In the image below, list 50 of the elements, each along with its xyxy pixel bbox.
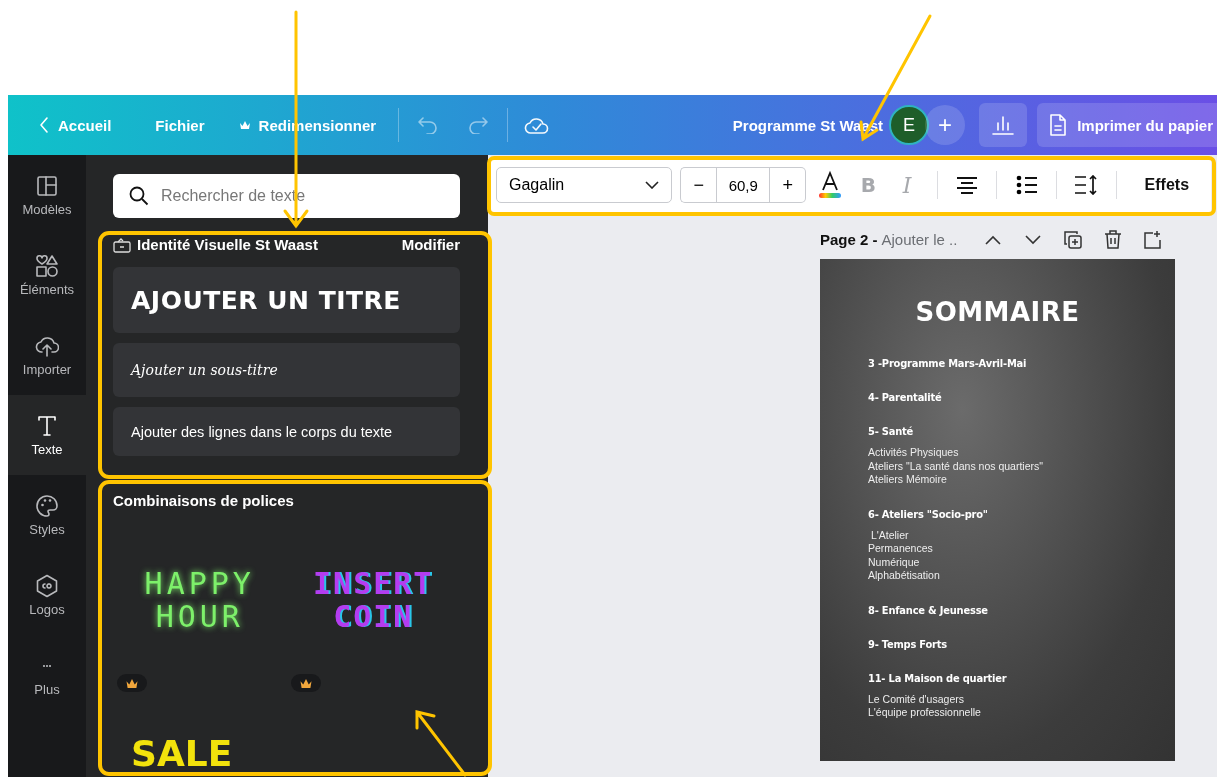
shapes-icon: [35, 253, 59, 278]
search-icon: [129, 186, 149, 206]
body-text-style-button[interactable]: Ajouter des lignes dans le corps du texte: [113, 407, 460, 456]
increase-size-button[interactable]: +: [770, 167, 807, 203]
palette-icon: [35, 493, 59, 518]
sidebar-tab[interactable]: Texte: [8, 395, 86, 475]
font-combination-preview[interactable]: HAPPY HOUR: [144, 567, 255, 633]
user-avatar[interactable]: E: [889, 105, 930, 145]
contents-item: Le Comité d'usagers: [868, 692, 965, 706]
edit-link[interactable]: Modifier: [401, 236, 460, 253]
layout-icon: [35, 173, 59, 198]
decrease-size-button[interactable]: −: [680, 167, 717, 203]
contents-item: Numérique: [868, 555, 921, 569]
back-chevron-icon: [38, 116, 50, 134]
document-title: SOMMAIRE: [914, 297, 1081, 327]
subtitle-style-button[interactable]: Ajouter un sous-titre: [113, 343, 460, 397]
text-icon: [35, 413, 59, 438]
contents-item: Alphabétisation: [868, 569, 941, 583]
crown-icon: [238, 120, 251, 130]
font-size-field[interactable]: 60,9: [716, 167, 771, 203]
chevron-down-icon: [645, 181, 660, 189]
contents-item: Ateliers "La santé dans nos quartiers": [868, 459, 1044, 473]
contents-item: L'Atelier: [869, 528, 910, 542]
contents-heading: 11- La Maison de quartier: [868, 671, 1008, 685]
contents-heading: 9- Temps Forts: [868, 637, 948, 651]
title-style-button[interactable]: AJOUTER UN TITRE: [113, 267, 460, 333]
add-button[interactable]: +: [925, 105, 966, 145]
bar-chart-icon: [991, 114, 1016, 136]
effects-button[interactable]: Effets: [1130, 176, 1204, 194]
page-title-field[interactable]: Ajouter le ..: [881, 231, 958, 248]
page-number: Page 2 -: [820, 231, 878, 248]
font-combination-preview[interactable]: SALE: [131, 736, 233, 772]
contents-heading: 8- Enfance & Jeunesse: [868, 603, 989, 617]
contents-heading: 3 -Programme Mars-Avril-Mai: [868, 357, 1028, 370]
font-dropdown[interactable]: Gagalin: [496, 167, 673, 203]
insights-button[interactable]: [979, 103, 1028, 147]
contents-heading: 5- Santé: [868, 425, 915, 438]
brand-kit-title: Identité Visuelle St Waast: [137, 236, 318, 253]
document-icon: [1049, 114, 1068, 136]
contents-item: Ateliers Mémoire: [868, 473, 948, 487]
contents-heading: 6- Ateliers "Socio-pro": [868, 507, 989, 521]
contents-heading: 4- Parentalité: [868, 391, 943, 404]
brand-kit-icon: [113, 236, 131, 253]
contents-item: L'équipe professionnelle: [868, 706, 982, 720]
print-button[interactable]: Imprimer du papier: [1037, 103, 1217, 147]
font-combination-preview[interactable]: INSERT COIN: [313, 567, 434, 633]
contents-item: Activités Physiques: [868, 446, 960, 460]
section-heading: Combinaisons de polices: [113, 492, 295, 509]
logo-icon: [35, 573, 59, 598]
contents-item: Permanences: [868, 542, 934, 556]
